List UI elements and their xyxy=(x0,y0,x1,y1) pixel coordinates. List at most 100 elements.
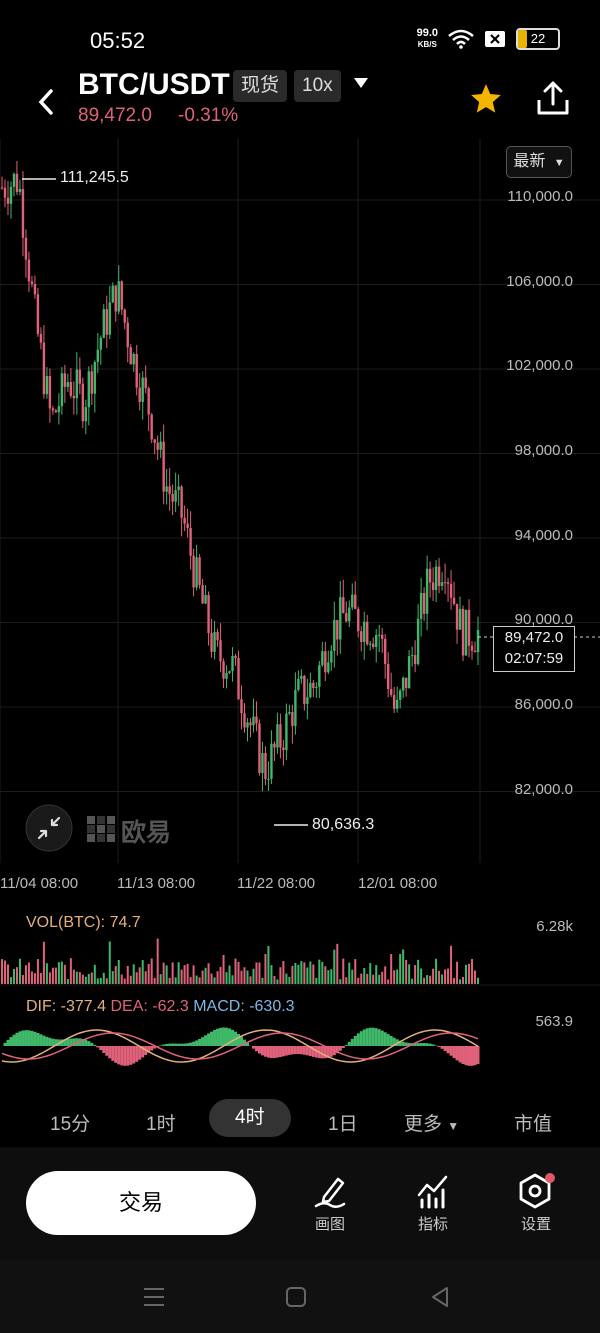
volume-bar xyxy=(162,962,165,984)
macd-histogram-bar xyxy=(12,1034,16,1046)
collapse-icon[interactable] xyxy=(25,804,73,852)
candle-body xyxy=(294,689,297,727)
candle-body xyxy=(389,689,393,695)
candle-body xyxy=(186,523,189,529)
candle-body xyxy=(336,619,339,640)
volume-bar xyxy=(117,959,120,984)
macd-histogram-bar xyxy=(266,1046,270,1058)
volume-bar xyxy=(153,977,156,984)
back-icon[interactable] xyxy=(36,88,56,116)
menu-icon[interactable] xyxy=(142,1286,166,1308)
volume-bar xyxy=(87,973,90,984)
macd-histogram-bar xyxy=(290,1046,294,1055)
volume-bar xyxy=(24,965,27,984)
macd-histogram-bar xyxy=(257,1046,261,1054)
volume-bar xyxy=(99,977,102,984)
volume-bar xyxy=(420,968,423,984)
volume-bar xyxy=(45,963,48,984)
wifi-icon xyxy=(448,29,474,49)
candle-body xyxy=(180,486,183,518)
back-nav-icon[interactable] xyxy=(429,1286,451,1308)
macd-histogram-bar xyxy=(320,1046,324,1059)
pen-icon xyxy=(314,1177,346,1208)
candle-body xyxy=(333,619,336,651)
macd-histogram-bar xyxy=(467,1046,471,1066)
indicators-button[interactable]: 指标 xyxy=(398,1173,468,1234)
bottom-action-bar: 交易 画图 指标 设置 xyxy=(0,1147,600,1259)
star-icon[interactable] xyxy=(469,82,503,116)
macd-title: DIF: -377.4 DEA: -62.3 MACD: -630.3 xyxy=(26,998,295,1016)
candle-body xyxy=(297,678,300,690)
candle-body xyxy=(171,493,174,502)
candle-body xyxy=(72,395,76,399)
net-speed-unit: KB/S xyxy=(417,40,437,49)
latest-button[interactable]: 最新 ▼ xyxy=(506,146,572,178)
candle-body xyxy=(141,377,144,402)
volume-bar xyxy=(447,968,450,984)
timeframe-15m[interactable]: 15分 xyxy=(50,1109,90,1136)
settings-hexagon-icon xyxy=(519,1173,555,1209)
timeframe-4h[interactable]: 4时 xyxy=(209,1099,291,1137)
candlestick-chart[interactable] xyxy=(0,138,600,863)
macd-histogram-bar xyxy=(30,1030,34,1046)
macd-histogram-bar xyxy=(341,1046,345,1049)
candle-body xyxy=(33,284,37,295)
volume-bar xyxy=(3,960,6,984)
candle-body xyxy=(120,281,123,310)
volume-bar xyxy=(405,959,408,984)
candle-body xyxy=(330,650,333,663)
candle-body xyxy=(210,633,213,652)
candle-body xyxy=(345,613,348,622)
candle-body xyxy=(312,682,315,688)
indicators-label: 指标 xyxy=(417,1216,448,1233)
pair-name[interactable]: BTC/USDT xyxy=(78,68,230,102)
macd-histogram-bar xyxy=(296,1046,300,1055)
volume-bar xyxy=(384,966,387,984)
macd-histogram-bar xyxy=(455,1046,459,1061)
candle-body xyxy=(138,387,141,402)
macd-histogram-bar xyxy=(359,1031,363,1046)
volume-bar xyxy=(138,967,141,984)
candle-body xyxy=(416,618,420,665)
volume-bar xyxy=(477,977,479,984)
leverage-tag: 10x xyxy=(294,70,341,102)
macd-histogram-bar xyxy=(458,1046,462,1063)
macd-histogram-bar xyxy=(159,1045,163,1046)
volume-bar xyxy=(300,961,303,984)
y-tick: 106,000.0 xyxy=(506,273,573,290)
volume-bar xyxy=(309,961,312,984)
volume-bar xyxy=(369,963,372,984)
share-icon[interactable] xyxy=(536,80,570,116)
candle-body xyxy=(419,593,423,619)
macd-histogram-bar xyxy=(299,1046,303,1055)
volume-bar xyxy=(216,971,219,984)
macd-histogram-bar xyxy=(281,1046,285,1057)
volume-bar xyxy=(84,976,87,984)
candle-body xyxy=(45,376,49,395)
candle-body xyxy=(222,661,225,679)
timeframe-1h[interactable]: 1时 xyxy=(146,1109,176,1136)
draw-tool-button[interactable]: 画图 xyxy=(295,1173,365,1234)
candle-body xyxy=(153,439,156,443)
macd-histogram-bar xyxy=(198,1038,202,1046)
macd-histogram-bar xyxy=(192,1041,196,1046)
volume-bar xyxy=(144,971,147,984)
settings-button[interactable]: 设置 xyxy=(501,1173,571,1234)
macd-histogram-bar xyxy=(3,1042,7,1046)
home-icon[interactable] xyxy=(285,1286,307,1308)
macd-histogram-bar xyxy=(39,1034,43,1046)
candle-body xyxy=(378,634,381,636)
volume-bar xyxy=(378,974,381,984)
volume-bar xyxy=(321,961,324,984)
market-value-tab[interactable]: 市值 xyxy=(514,1109,552,1136)
trade-button[interactable]: 交易 xyxy=(26,1171,256,1235)
chevron-down-icon[interactable] xyxy=(353,77,369,89)
candle-body xyxy=(192,555,195,588)
candle-body xyxy=(183,517,186,524)
candle-body xyxy=(360,631,363,642)
macd-histogram-bar xyxy=(362,1029,366,1046)
macd-max: 563.9 xyxy=(535,1013,573,1030)
timeframe-1d[interactable]: 1日 xyxy=(328,1109,358,1136)
volume-bar xyxy=(207,963,210,984)
timeframe-more[interactable]: 更多 ▼ xyxy=(404,1109,459,1136)
